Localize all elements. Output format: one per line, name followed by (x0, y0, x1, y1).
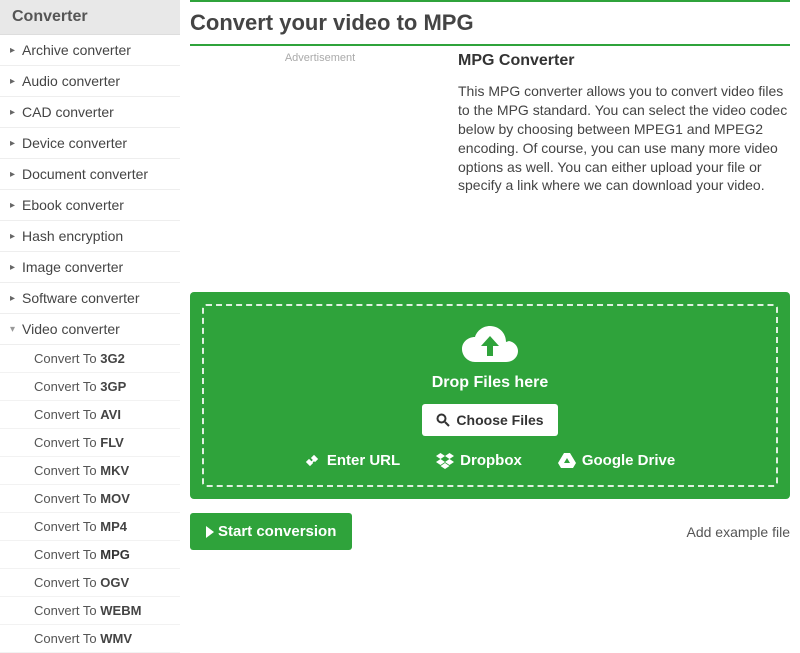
sidebar-subitem[interactable]: Convert To MOV (0, 485, 180, 513)
dropbox-link[interactable]: Dropbox (436, 452, 522, 469)
sidebar-category-label: Ebook converter (22, 197, 124, 213)
chevron-right-icon: ▸ (10, 107, 22, 118)
sidebar-subitem[interactable]: Convert To WMV (0, 625, 180, 653)
chevron-right-icon: ▸ (10, 76, 22, 87)
page-title: Convert your video to MPG (190, 4, 790, 46)
chevron-down-icon: ▾ (10, 324, 22, 335)
sidebar-category-label: Device converter (22, 135, 127, 151)
chevron-right-icon: ▸ (10, 293, 22, 304)
sidebar-subitem[interactable]: Convert To WEBM (0, 597, 180, 625)
sidebar-subitem[interactable]: Convert To MKV (0, 457, 180, 485)
converter-description: This MPG converter allows you to convert… (458, 82, 790, 195)
sidebar-category-label: Hash encryption (22, 228, 123, 244)
sidebar-subitem[interactable]: Convert To FLV (0, 429, 180, 457)
cloud-upload-icon (460, 324, 520, 366)
chevron-right-icon: ▸ (10, 138, 22, 149)
ad-slot: Advertisement (190, 52, 450, 282)
search-icon (436, 413, 450, 427)
sidebar-category[interactable]: ▸ Document converter (0, 159, 180, 190)
start-conversion-button[interactable]: Start conversion (190, 513, 352, 550)
sidebar-category-label: CAD converter (22, 104, 114, 120)
sidebar-category-label: Video converter (22, 321, 120, 337)
chevron-right-icon: ▸ (10, 262, 22, 273)
sidebar: Converter ▸ Archive converter▸ Audio con… (0, 0, 180, 653)
add-example-file-link[interactable]: Add example file (686, 524, 790, 540)
sidebar-category[interactable]: ▸ Device converter (0, 128, 180, 159)
chevron-right-icon: ▸ (10, 231, 22, 242)
chevron-right-icon: ▸ (10, 169, 22, 180)
sidebar-subitem[interactable]: Convert To 3G2 (0, 345, 180, 373)
sidebar-subitem[interactable]: Convert To MPG (0, 541, 180, 569)
top-rule (190, 0, 790, 2)
sidebar-category-label: Document converter (22, 166, 148, 182)
sidebar-subitem[interactable]: Convert To AVI (0, 401, 180, 429)
sidebar-category-label: Archive converter (22, 42, 131, 58)
enter-url-link[interactable]: Enter URL (305, 452, 400, 469)
sidebar-category[interactable]: ▸ Audio converter (0, 66, 180, 97)
choose-files-label: Choose Files (456, 412, 543, 428)
chevron-right-icon (206, 526, 214, 538)
sidebar-category[interactable]: ▸ Archive converter (0, 35, 180, 66)
sidebar-subitem[interactable]: Convert To MP4 (0, 513, 180, 541)
sidebar-category[interactable]: ▸ Image converter (0, 252, 180, 283)
sidebar-category-label: Image converter (22, 259, 123, 275)
file-dropzone[interactable]: Drop Files here Choose Files Enter URL D… (190, 292, 790, 499)
sidebar-category[interactable]: ▸ Hash encryption (0, 221, 180, 252)
sidebar-category[interactable]: ▸ CAD converter (0, 97, 180, 128)
drop-files-label: Drop Files here (214, 374, 766, 392)
converter-subtitle: MPG Converter (458, 52, 790, 70)
sidebar-category[interactable]: ▾ Video converter (0, 314, 180, 345)
sidebar-category-label: Audio converter (22, 73, 120, 89)
sidebar-title: Converter (0, 0, 180, 35)
chevron-right-icon: ▸ (10, 200, 22, 211)
sidebar-category[interactable]: ▸ Ebook converter (0, 190, 180, 221)
link-icon (305, 453, 321, 469)
sidebar-category-label: Software converter (22, 290, 140, 306)
chevron-right-icon: ▸ (10, 45, 22, 56)
ad-label: Advertisement (190, 52, 450, 64)
google-drive-icon (558, 453, 576, 469)
sidebar-subitem[interactable]: Convert To OGV (0, 569, 180, 597)
choose-files-button[interactable]: Choose Files (422, 404, 557, 436)
sidebar-category[interactable]: ▸ Software converter (0, 283, 180, 314)
main-content: Convert your video to MPG Advertisement … (180, 0, 800, 653)
dropbox-icon (436, 453, 454, 469)
google-drive-link[interactable]: Google Drive (558, 452, 675, 469)
sidebar-subitem[interactable]: Convert To 3GP (0, 373, 180, 401)
